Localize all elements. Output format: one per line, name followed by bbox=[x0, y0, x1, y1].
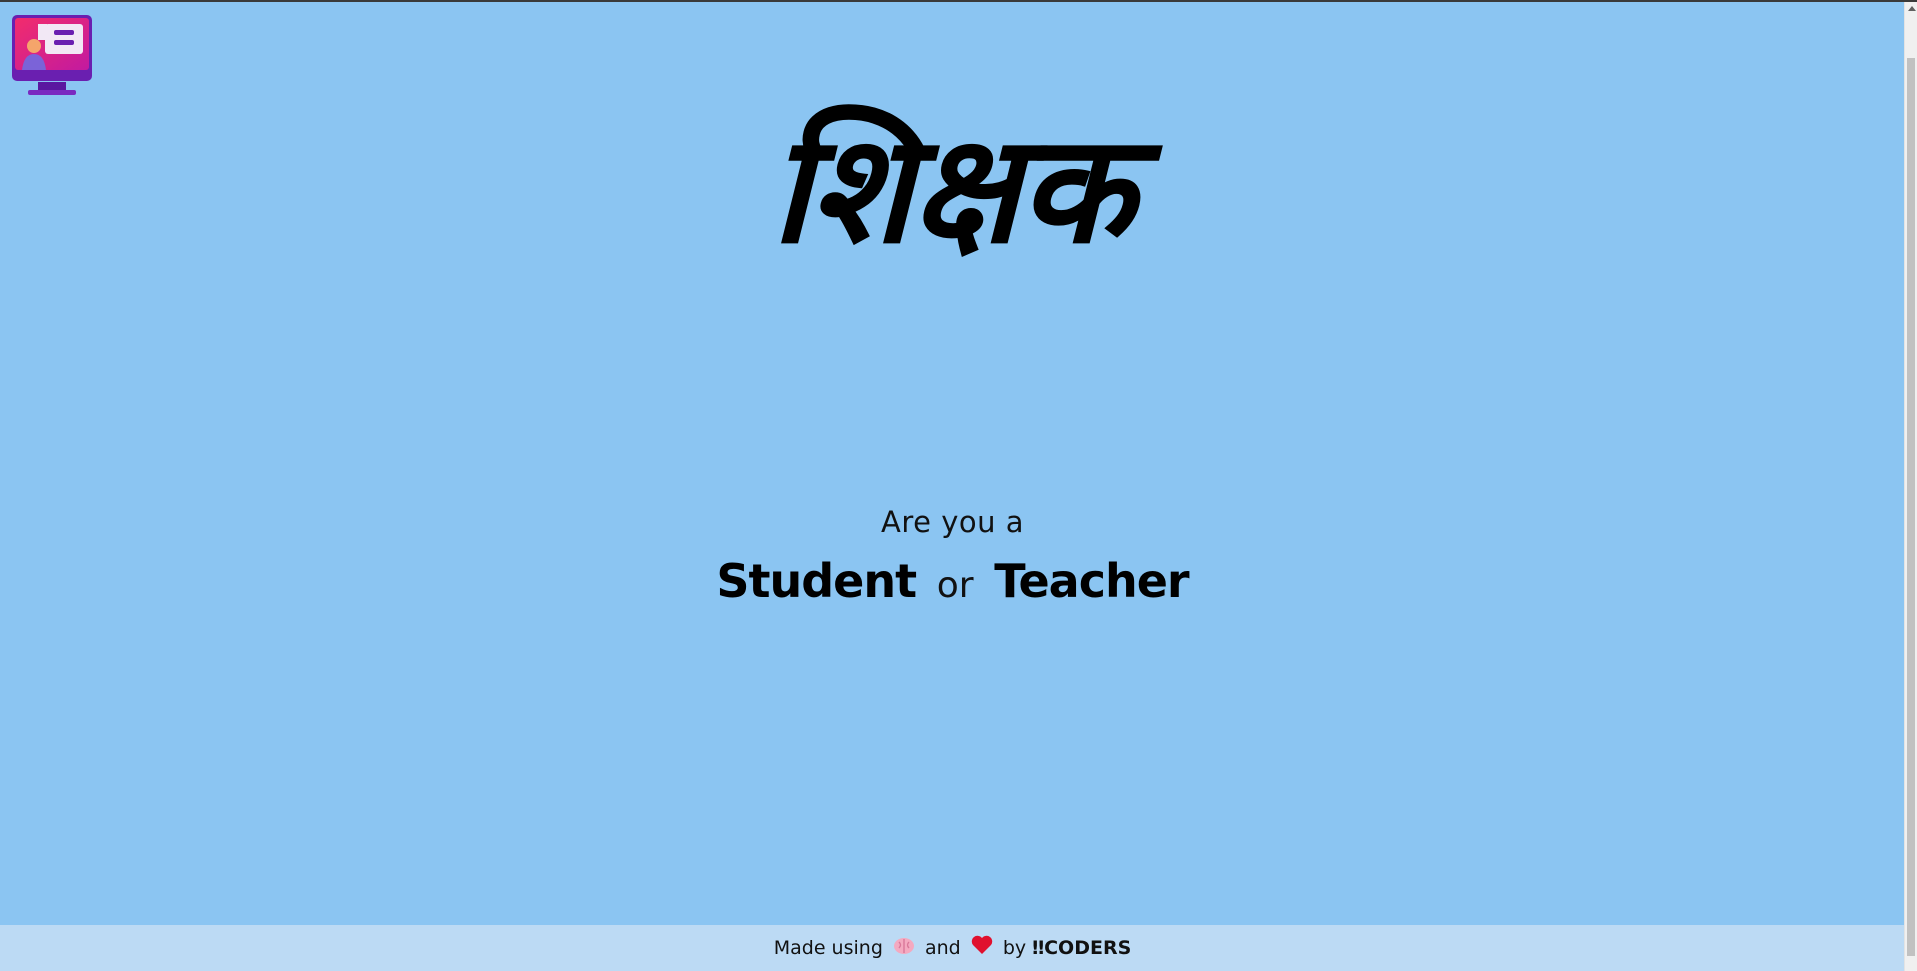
role-prompt: Are you a Student or Teacher bbox=[0, 502, 1905, 615]
brand-title: शिक्षक bbox=[770, 103, 1135, 277]
page: शिक्षक Are you a Student or Teacher Made… bbox=[0, 0, 1917, 971]
scroll-up-arrow-icon[interactable] bbox=[1908, 6, 1916, 11]
footer-and: and bbox=[924, 937, 961, 959]
role-choices: Student or Teacher bbox=[0, 552, 1905, 615]
scrollbar-thumb[interactable] bbox=[1907, 58, 1915, 956]
student-link[interactable]: Student bbox=[716, 554, 917, 608]
footer-made-using: Made using bbox=[773, 937, 883, 959]
brain-icon bbox=[893, 926, 915, 971]
viewport: शिक्षक Are you a Student or Teacher Made… bbox=[0, 2, 1905, 971]
role-question: Are you a bbox=[881, 505, 1024, 539]
heart-icon bbox=[971, 926, 993, 971]
team-name: ‼CODERS bbox=[1032, 937, 1132, 959]
classroom-monitor-icon[interactable] bbox=[12, 14, 92, 98]
footer: Made using and by ‼CODERS bbox=[0, 925, 1905, 971]
footer-by: by bbox=[1002, 937, 1027, 959]
teacher-link[interactable]: Teacher bbox=[994, 554, 1189, 608]
or-text: or bbox=[936, 565, 974, 606]
vertical-scrollbar[interactable] bbox=[1904, 2, 1917, 971]
